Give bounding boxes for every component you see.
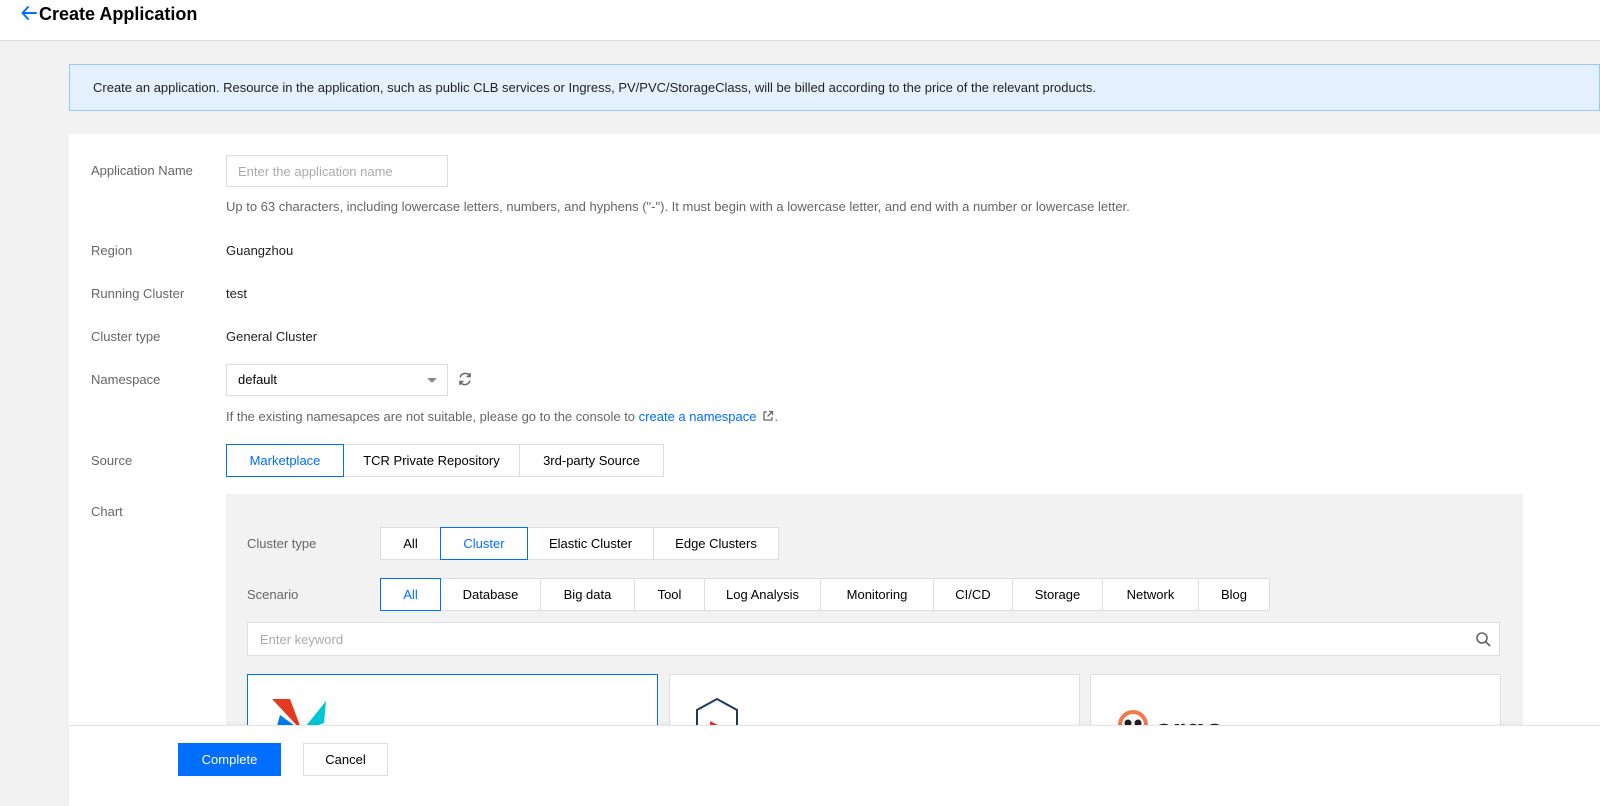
scenario-cicd[interactable]: CI/CD	[933, 578, 1013, 611]
scenario-tool[interactable]: Tool	[634, 578, 705, 611]
search-icon[interactable]	[1475, 631, 1491, 647]
namespace-hint: If the existing namesapces are not suita…	[226, 409, 778, 424]
cluster-type-filter: All Cluster Elastic Cluster Edge Cluster…	[380, 527, 779, 560]
source-tabs: Marketplace TCR Private Repository 3rd-p…	[226, 444, 664, 477]
region-label: Region	[91, 243, 133, 258]
chart-label: Chart	[91, 504, 123, 519]
cluster-type-label: Cluster type	[91, 329, 161, 344]
chart-search	[247, 622, 1500, 656]
namespace-label: Namespace	[91, 372, 161, 387]
cluster-filter-all[interactable]: All	[380, 527, 441, 560]
namespace-select[interactable]: default	[226, 364, 448, 396]
create-namespace-link[interactable]: create a namespace	[639, 409, 757, 424]
scenario-blog[interactable]: Blog	[1198, 578, 1270, 611]
scenario-all[interactable]: All	[380, 578, 441, 611]
app-name-hint: Up to 63 characters, including lowercase…	[226, 199, 1130, 214]
scenario-filter: All Database Big data Tool Log Analysis …	[380, 578, 1270, 611]
cluster-type-value: General Cluster	[226, 329, 318, 344]
app-name-input[interactable]	[226, 155, 448, 187]
cluster-filter-elastic[interactable]: Elastic Cluster	[527, 527, 654, 560]
top-bar: Create Application	[0, 0, 1600, 41]
scenario-monitoring[interactable]: Monitoring	[820, 578, 934, 611]
scenario-big-data[interactable]: Big data	[540, 578, 635, 611]
namespace-hint-end: .	[774, 409, 779, 424]
caret-down-icon	[427, 378, 437, 383]
app-name-label: Application Name	[91, 163, 193, 178]
complete-button[interactable]: Complete	[178, 743, 281, 776]
running-cluster-label: Running Cluster	[91, 286, 185, 301]
source-label: Source	[91, 453, 133, 468]
footer-bar: Complete Cancel	[69, 725, 1600, 806]
refresh-icon[interactable]	[457, 371, 473, 387]
source-tab-tcr[interactable]: TCR Private Repository	[343, 444, 520, 477]
namespace-hint-text: If the existing namesapces are not suita…	[226, 409, 636, 424]
source-tab-marketplace[interactable]: Marketplace	[226, 444, 344, 477]
form-panel: Application Name Up to 63 characters, in…	[69, 134, 1600, 806]
running-cluster-value: test	[226, 286, 247, 301]
cluster-filter-cluster[interactable]: Cluster	[440, 527, 528, 560]
chart-search-input[interactable]	[248, 623, 1458, 655]
cancel-button[interactable]: Cancel	[303, 743, 388, 776]
arrow-left-icon[interactable]	[20, 4, 38, 22]
region-value: Guangzhou	[226, 243, 294, 258]
billing-notice: Create an application. Resource in the a…	[69, 64, 1600, 111]
external-link-icon[interactable]	[762, 410, 774, 422]
chart-cluster-type-label: Cluster type	[247, 536, 317, 551]
scenario-database[interactable]: Database	[440, 578, 541, 611]
scenario-log-analysis[interactable]: Log Analysis	[704, 578, 821, 611]
source-tab-third-party[interactable]: 3rd-party Source	[519, 444, 664, 477]
scenario-label: Scenario	[247, 587, 299, 602]
cluster-filter-edge[interactable]: Edge Clusters	[653, 527, 779, 560]
scenario-network[interactable]: Network	[1102, 578, 1199, 611]
page-title: Create Application	[39, 4, 198, 24]
scenario-storage[interactable]: Storage	[1012, 578, 1103, 611]
namespace-selected-value: default	[238, 372, 278, 387]
